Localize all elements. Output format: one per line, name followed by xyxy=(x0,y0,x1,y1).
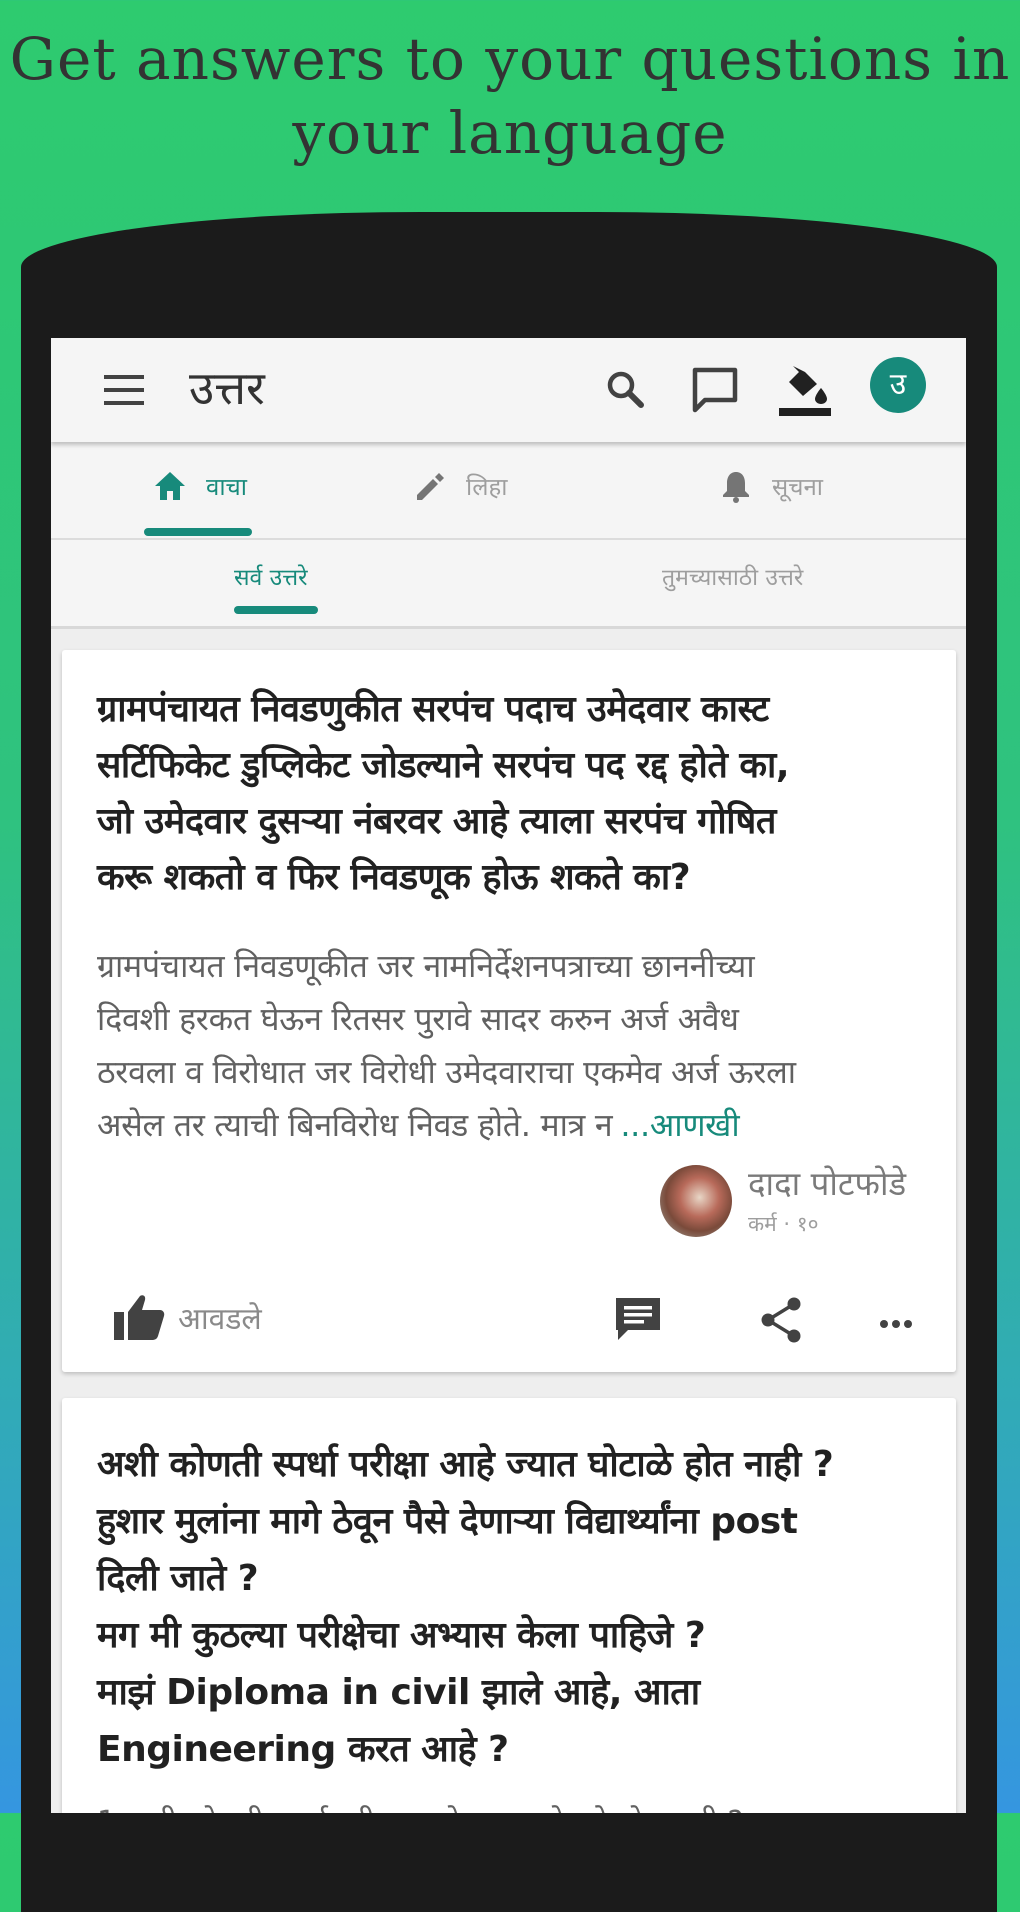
thumbs-up-icon xyxy=(114,1295,165,1340)
question-line: अशी कोणती स्पर्धा परीक्षा आहे ज्यात घोटा… xyxy=(97,1444,834,1485)
question-line: जो उमेदवार दुसऱ्या नंबरवर आहे त्याला सरप… xyxy=(97,801,776,842)
tab-active-indicator xyxy=(144,528,252,536)
share-icon[interactable] xyxy=(756,1294,808,1346)
question-line: ग्रामपंचायत निवडणुकीत सरपंच पदाच उमेदवार… xyxy=(97,689,769,730)
question-line: सर्टिफिकेट डुप्लिकेट जोडल्याने सरपंच पद … xyxy=(97,745,790,786)
search-icon[interactable] xyxy=(596,360,656,420)
question-line: दिली जाते ? xyxy=(97,1558,259,1599)
answer-card[interactable]: ग्रामपंचायत निवडणुकीत सरपंच पदाच उमेदवार… xyxy=(62,650,956,1372)
answer-last-line: असेल तर त्याची बिनविरोध निवड होते. मात्र… xyxy=(97,1099,927,1152)
author-name[interactable]: दादा पोटफोडे xyxy=(748,1160,906,1205)
question-line: मग मी कुठल्या परीक्षेचा अभ्यास केला पाहि… xyxy=(97,1615,706,1656)
like-label: आवडले xyxy=(178,1301,262,1337)
tab-write[interactable]: लिहा xyxy=(356,442,661,538)
answer-line: असेल तर त्याची बिनविरोध निवड होते. मात्र… xyxy=(97,1106,613,1144)
answer-line: दिवशी हरकत घेऊन रितसर पुरावे सादर करुन अ… xyxy=(97,1000,739,1038)
subtab-all-answers[interactable]: सर्व उत्तरे xyxy=(234,560,308,592)
like-button[interactable]: आवडले xyxy=(112,1292,262,1342)
main-tabs: वाचा लिहा सूचना xyxy=(51,442,966,540)
tab-notifications-label: सूचना xyxy=(772,472,823,501)
app-bar: उत्तर उ xyxy=(51,338,966,442)
answer-snippet: 1.अशी कोणती स्पर्धा परीक्षा आहे ज्यात घो… xyxy=(97,1800,743,1813)
paint-bucket-icon[interactable] xyxy=(775,360,835,420)
read-more-link[interactable]: ...आणखी xyxy=(620,1106,739,1144)
card-actions: आवडले xyxy=(62,1274,956,1364)
promo-headline-line-2: your language xyxy=(292,99,728,167)
promo-headline-line-1: Get answers to your questions in xyxy=(9,25,1011,93)
tab-read[interactable]: वाचा xyxy=(51,442,356,538)
answer-card[interactable]: अशी कोणती स्पर्धा परीक्षा आहे ज्यात घोटा… xyxy=(62,1398,956,1813)
subtab-active-indicator xyxy=(234,606,318,614)
question-line: करू शकतो व फिर निवडणूक होऊ शकते का? xyxy=(97,857,691,898)
app-title: उत्तर xyxy=(189,361,265,415)
question-line: हुशार मुलांना मागे ठेवून पैसे देणाऱ्या व… xyxy=(97,1501,798,1542)
answer-preview: ग्रामपंचायत निवडणूकीत जर नामनिर्देशनपत्र… xyxy=(97,940,927,1152)
chat-icon[interactable] xyxy=(685,360,745,420)
bell-icon xyxy=(723,472,749,503)
question-title[interactable]: ग्रामपंचायत निवडणुकीत सरपंच पदाच उमेदवार… xyxy=(97,682,927,906)
more-options-icon[interactable] xyxy=(872,1294,924,1346)
question-title[interactable]: अशी कोणती स्पर्धा परीक्षा आहे ज्यात घोटा… xyxy=(97,1436,937,1778)
tab-write-label: लिहा xyxy=(466,472,508,501)
tab-notifications[interactable]: सूचना xyxy=(661,442,966,538)
author-karma: कर्म · १० xyxy=(748,1212,819,1236)
app-screen: उत्तर उ वाचा लिहा सूचना सर्व उत्तरे तुमच… xyxy=(51,338,966,1813)
question-line: Engineering करत आहे ? xyxy=(97,1729,509,1770)
answer-line: ग्रामपंचायत निवडणूकीत जर नामनिर्देशनपत्र… xyxy=(97,947,755,985)
comment-icon[interactable] xyxy=(612,1294,664,1346)
subtab-answers-for-you[interactable]: तुमच्यासाठी उत्तरे xyxy=(662,560,803,592)
answer-line: ठरवला व विरोधात जर विरोधी उमेदवाराचा एकम… xyxy=(97,1053,796,1091)
pencil-icon xyxy=(417,473,444,500)
home-icon xyxy=(155,472,185,500)
author-avatar[interactable] xyxy=(660,1165,732,1237)
menu-icon[interactable] xyxy=(102,372,146,408)
tab-read-label: वाचा xyxy=(206,472,248,501)
question-line: माझं Diploma in civil झाले आहे, आता xyxy=(97,1672,700,1713)
promo-headline: Get answers to your questions in your la… xyxy=(0,22,1020,170)
sub-tabs: सर्व उत्तरे तुमच्यासाठी उत्तरे xyxy=(51,540,966,629)
user-avatar[interactable]: उ xyxy=(870,357,926,413)
